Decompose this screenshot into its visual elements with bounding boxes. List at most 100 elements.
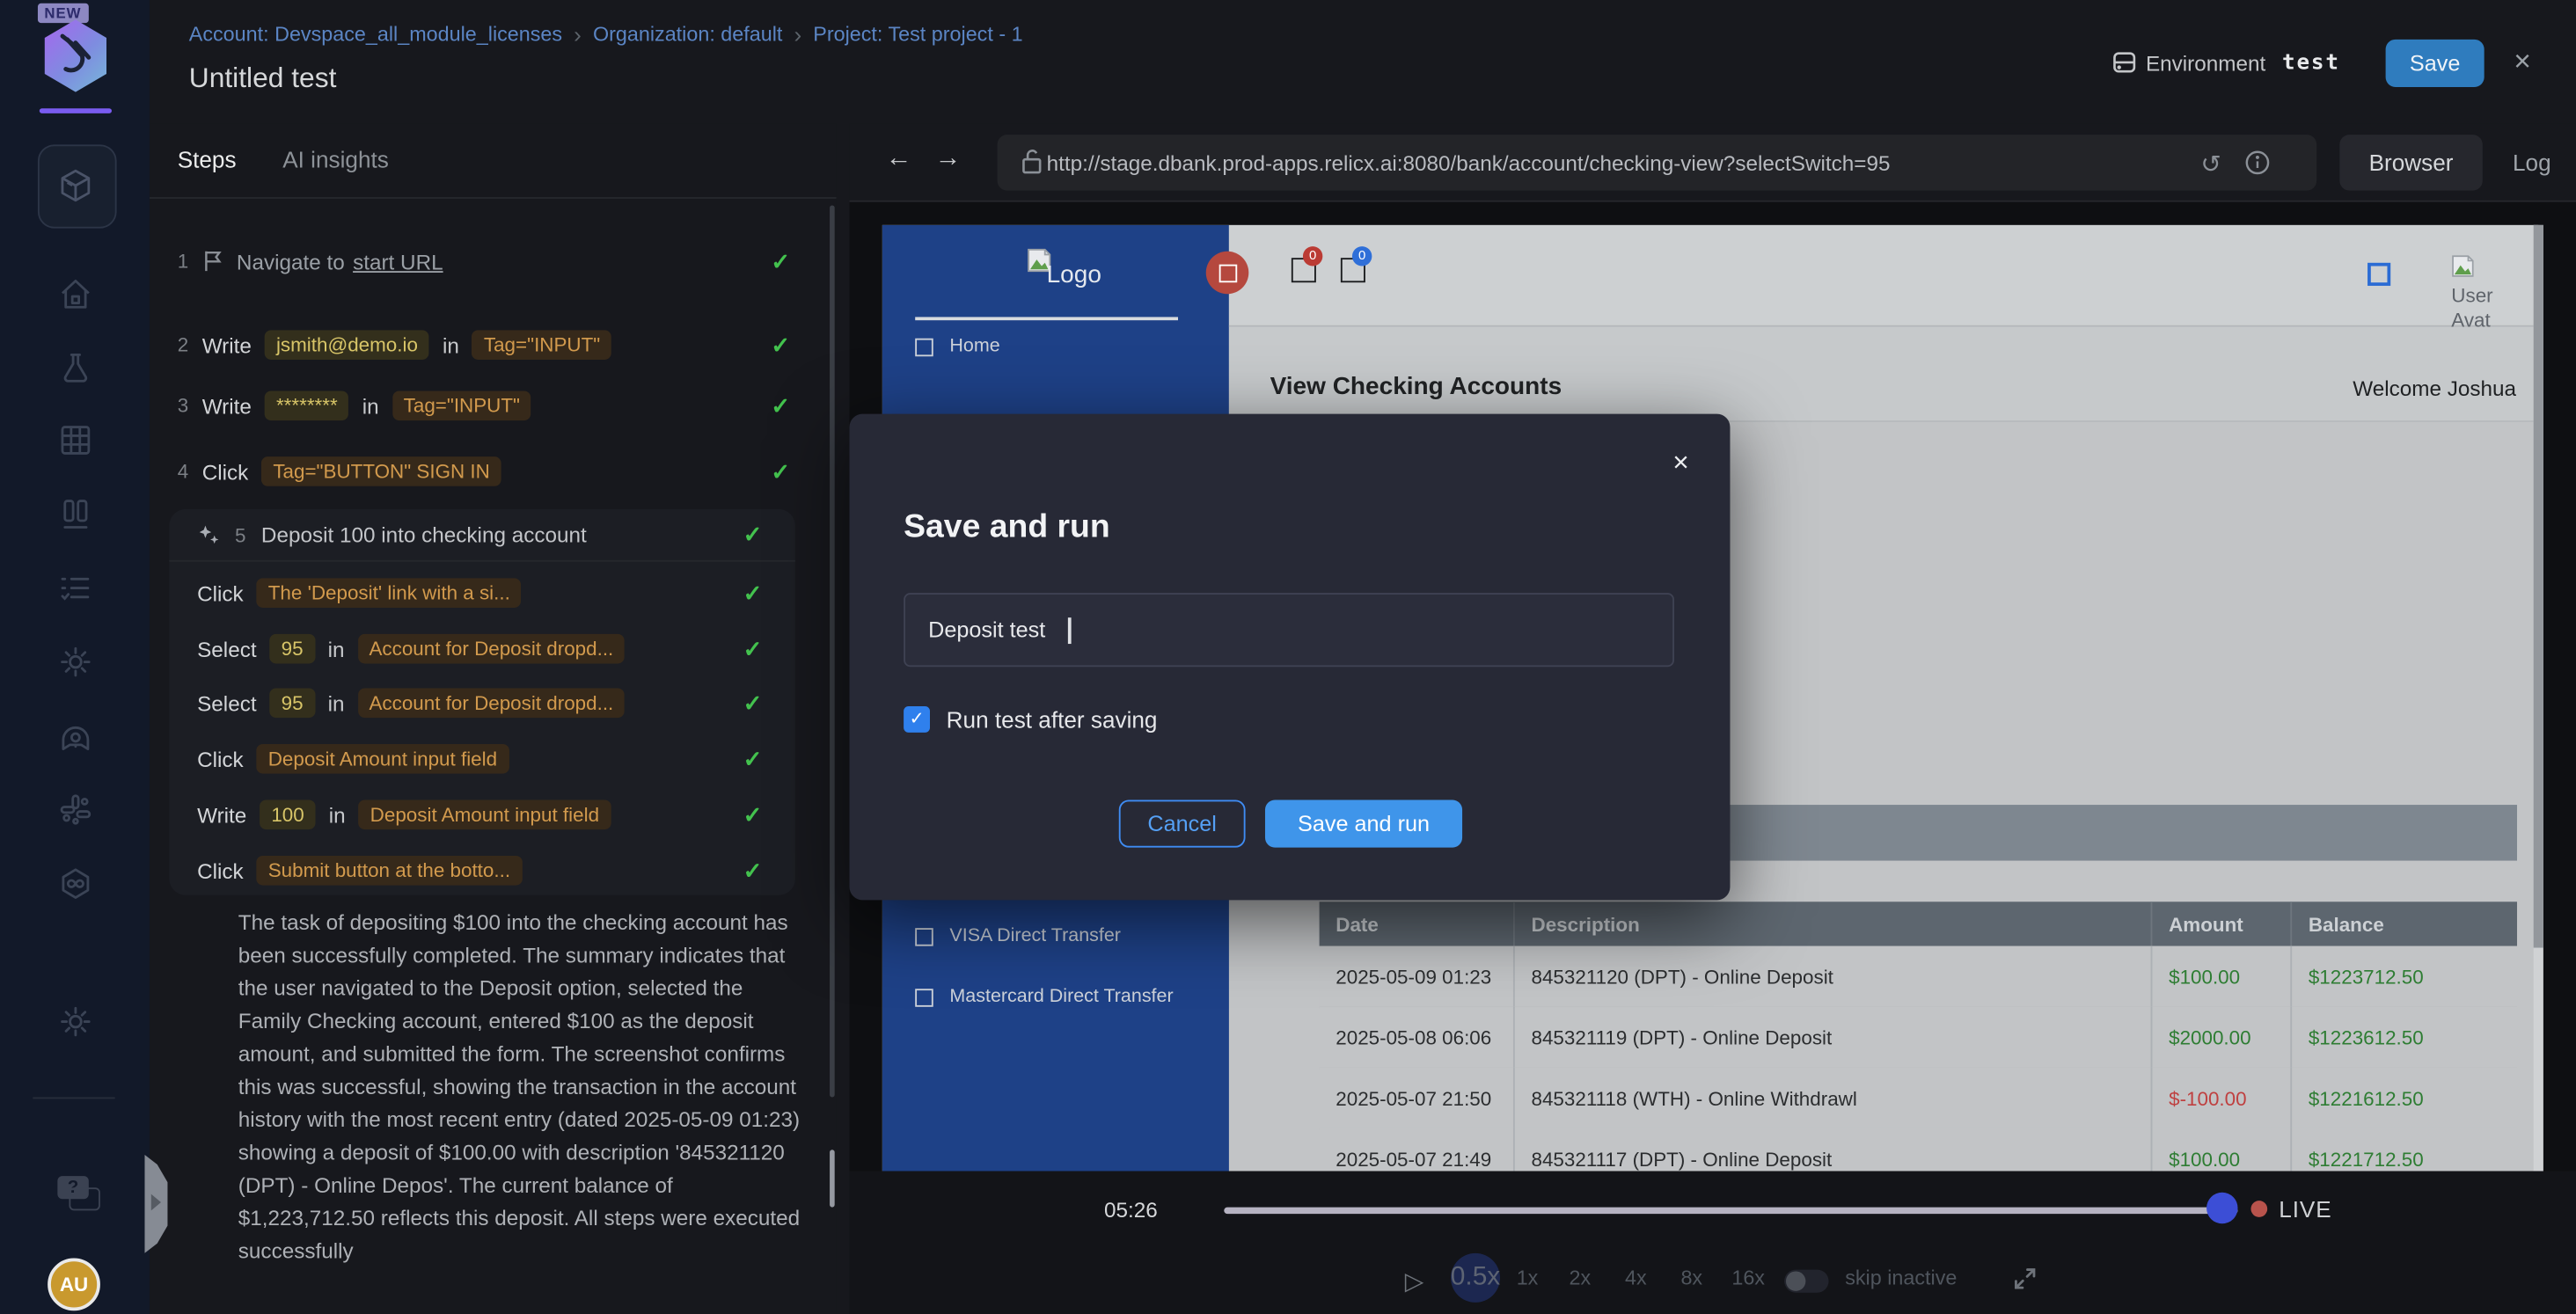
integrations-icon[interactable] [57, 792, 93, 828]
reload-icon[interactable]: ↺ [2200, 150, 2221, 179]
app-logo-icon[interactable] [43, 19, 109, 91]
step-group-5[interactable]: 5 Deposit 100 into checking account ✓ Cl… [169, 509, 795, 895]
playback-bar: 05:26 LIVE ▷ 0.5x 1x 2x 4x 8x 16x skip i… [849, 1172, 2576, 1314]
step-row-2[interactable]: 2 Write jsmith@demo.io in Tag="INPUT" ✓ [178, 324, 791, 367]
step-number: 4 [178, 460, 189, 483]
run-after-saving-row[interactable]: ✓ Run test after saving [904, 706, 1157, 733]
columns-icon[interactable] [57, 496, 93, 532]
step-target-badge[interactable]: Account for Deposit dropd... [357, 634, 625, 664]
breadcrumb-organization[interactable]: Organization: default [593, 23, 782, 46]
step-target-badge[interactable]: Deposit Amount input field [359, 799, 611, 829]
home-icon[interactable] [57, 276, 93, 312]
step-connector: in [328, 637, 345, 661]
steps-scrollbar[interactable] [830, 205, 835, 1097]
checkbox-checked-icon[interactable]: ✓ [904, 706, 930, 733]
bank-nav-home[interactable]: Home [915, 337, 1000, 356]
step-group-header[interactable]: 5 Deposit 100 into checking account ✓ [169, 509, 795, 562]
page-title: Untitled test [189, 62, 337, 95]
table-row[interactable]: 2025-05-08 06:06 845321119 (DPT) - Onlin… [1320, 1007, 2517, 1069]
substep-row[interactable]: Select 95 in Account for Deposit dropd..… [197, 627, 762, 670]
step-target-badge[interactable]: Deposit Amount input field [257, 744, 509, 774]
flask-icon[interactable] [57, 350, 93, 386]
environment-value[interactable]: test [2282, 51, 2340, 76]
success-check-icon: ✓ [771, 331, 790, 359]
step-value-badge[interactable]: ******** [265, 391, 349, 420]
tab-browser[interactable]: Browser [2339, 135, 2482, 190]
substep-row[interactable]: Write 100 in Deposit Amount input field … [197, 793, 762, 836]
substep-row[interactable]: Click Submit button at the botto... ✓ [197, 849, 762, 892]
tab-log[interactable]: Log [2492, 135, 2572, 190]
bank-nav-visa[interactable]: VISA Direct Transfer [915, 926, 1121, 945]
step-target-badge[interactable]: Account for Deposit dropd... [357, 688, 625, 718]
substep-row[interactable]: Click The 'Deposit' link with a si... ✓ [197, 572, 762, 615]
step-row-1[interactable]: 1 Navigate to start URL ✓ [178, 240, 791, 283]
playback-track[interactable] [1224, 1208, 2237, 1214]
back-arrow-icon[interactable]: ← [886, 144, 912, 174]
substep-row[interactable]: Select 95 in Account for Deposit dropd..… [197, 682, 762, 725]
table-row[interactable]: 2025-05-07 21:50 845321118 (WTH) - Onlin… [1320, 1068, 2517, 1130]
speed-1x[interactable]: 1x [1517, 1267, 1539, 1289]
table-row[interactable]: 2025-05-07 21:49 845321117 (DPT) - Onlin… [1320, 1128, 2517, 1172]
step-action: Write [202, 393, 252, 418]
step-target-badge[interactable]: Submit button at the botto... [257, 856, 522, 886]
bank-logo-text[interactable]: Logo [1047, 261, 1101, 289]
step-connector: in [328, 690, 345, 715]
steps-scrollbar-thumb[interactable] [830, 1150, 835, 1207]
close-icon[interactable]: × [2514, 44, 2531, 78]
forward-arrow-icon[interactable]: → [935, 144, 962, 174]
links-hexagon-icon[interactable] [57, 865, 93, 902]
step-value-badge[interactable]: 95 [270, 688, 315, 718]
step-target-badge[interactable]: Tag="BUTTON" SIGN IN [261, 456, 501, 486]
tab-ai-insights[interactable]: AI insights [282, 146, 389, 172]
col-header-amount[interactable]: Amount [2152, 902, 2292, 945]
breadcrumb-account[interactable]: Account: Devspace_all_module_licenses [189, 23, 562, 46]
table-row[interactable]: 2025-05-09 01:23 845321120 (DPT) - Onlin… [1320, 946, 2517, 1009]
toggle-knob[interactable] [1786, 1271, 1805, 1290]
user-avatar-broken[interactable]: User Avat [2451, 254, 2492, 333]
step-value-badge[interactable]: 95 [270, 634, 315, 664]
checklist-icon[interactable] [57, 570, 93, 606]
step-row-3[interactable]: 3 Write ******** in Tag="INPUT" ✓ [178, 384, 791, 427]
bank-scrollbar-thumb[interactable] [2534, 225, 2543, 948]
step-value-badge[interactable]: 100 [260, 799, 316, 829]
step-value-badge[interactable]: jsmith@demo.io [265, 330, 429, 360]
save-and-run-button[interactable]: Save and run [1265, 799, 1462, 847]
step-target-badge[interactable]: Tag="INPUT" [472, 330, 612, 360]
url-text[interactable]: http://stage.dbank.prod-apps.relicx.ai:8… [1047, 150, 1891, 175]
step-target-badge[interactable]: The 'Deposit' link with a si... [257, 578, 522, 608]
step-number: 5 [235, 523, 246, 546]
playback-playhead[interactable] [2206, 1193, 2237, 1223]
sidebar-item-modules-active[interactable] [38, 144, 117, 228]
col-header-balance[interactable]: Balance [2292, 902, 2517, 945]
tab-steps[interactable]: Steps [178, 146, 237, 172]
grid-icon[interactable] [57, 422, 93, 458]
step-target-badge[interactable]: Tag="INPUT" [392, 391, 532, 420]
cancel-button[interactable]: Cancel [1119, 799, 1246, 847]
play-icon[interactable]: ▷ [1405, 1267, 1424, 1296]
step-row-4[interactable]: 4 Click Tag="BUTTON" SIGN IN ✓ [178, 450, 791, 493]
step-number: 2 [178, 333, 189, 356]
breadcrumb-project[interactable]: Project: Test project - 1 [813, 23, 1022, 46]
col-header-description[interactable]: Description [1515, 902, 2153, 945]
url-bar[interactable]: http://stage.dbank.prod-apps.relicx.ai:8… [998, 135, 2317, 190]
fullscreen-expand-icon[interactable] [2013, 1267, 2038, 1291]
save-button[interactable]: Save [2386, 40, 2485, 87]
info-icon[interactable] [2244, 150, 2271, 176]
speed-0-5x[interactable]: 0.5x [1451, 1253, 1500, 1303]
record-button[interactable] [1206, 252, 1249, 295]
substep-row[interactable]: Click Deposit Amount input field ✓ [197, 738, 762, 781]
col-header-date[interactable]: Date [1320, 902, 1515, 945]
test-name-input[interactable]: Deposit test [904, 593, 1674, 667]
speed-8x[interactable]: 8x [1680, 1267, 1702, 1289]
user-avatar[interactable]: AU [48, 1259, 100, 1311]
speed-4x[interactable]: 4x [1625, 1267, 1647, 1289]
settings-gear-icon[interactable] [57, 644, 93, 680]
dialog-close-icon[interactable]: × [1672, 447, 1689, 479]
success-check-icon: ✓ [743, 689, 763, 717]
settings-gear-bottom-icon[interactable] [57, 1004, 93, 1040]
incognito-icon[interactable] [57, 718, 93, 754]
speed-2x[interactable]: 2x [1569, 1267, 1591, 1289]
speed-16x[interactable]: 16x [1731, 1267, 1765, 1289]
bank-nav-mastercard[interactable]: Mastercard Direct Transfer [915, 987, 1173, 1006]
start-url-link[interactable]: start URL [353, 249, 443, 274]
